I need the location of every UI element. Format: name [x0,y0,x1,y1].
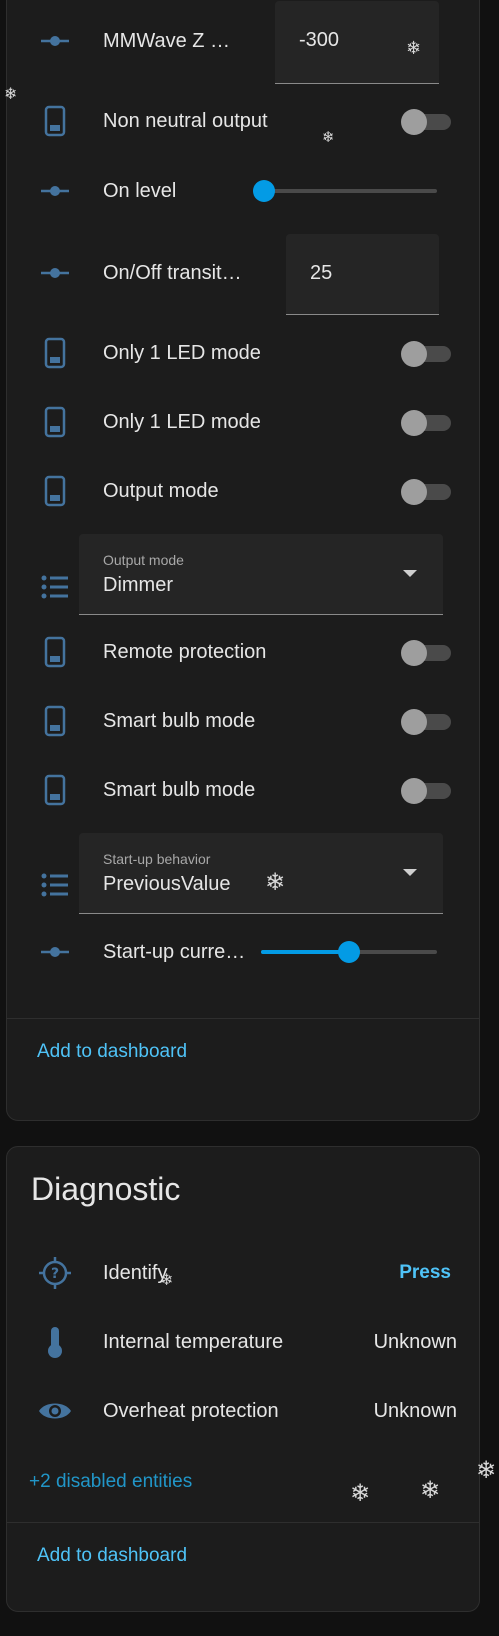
mmwave-value: -300 [299,29,340,51]
non-neutral-output-label: Non neutral output [103,110,268,132]
onoff-transition-row: On/Off transit… 25 [7,234,481,315]
list-icon [35,567,75,607]
chevron-down-icon[interactable] [403,570,417,577]
smart-bulb-mode-row-2: Smart bulb mode [7,758,481,822]
only-led-mode-label-2: Only 1 LED mode [103,411,261,433]
only-led-mode-toggle[interactable] [401,341,451,367]
phone-icon [35,101,75,141]
only-led-mode-label: Only 1 LED mode [103,342,261,364]
card-divider [7,1018,479,1019]
snowflake-icon: ❄ [4,86,18,103]
output-mode-select[interactable]: Output mode Dimmer [79,534,443,615]
phone-icon [35,471,75,511]
startup-current-row: Start-up curre… [7,920,481,984]
configuration-card: MMWave Z … -300 Non neutral output On le… [6,0,480,1121]
overheat-protection-label: Overheat protection [103,1400,279,1422]
onoff-transition-input[interactable]: 25 [286,234,439,315]
remote-protection-toggle[interactable] [401,640,451,666]
phone-icon [35,333,75,373]
list-icon [35,865,75,905]
startup-behavior-select[interactable]: Start-up behavior PreviousValue [79,833,443,914]
remote-protection-row: Remote protection [7,620,481,684]
startup-behavior-row: Start-up behavior PreviousValue [7,833,481,925]
internal-temperature-value: Unknown [373,1331,457,1353]
slider-icon [35,253,75,293]
only-led-mode-toggle-2[interactable] [401,410,451,436]
snowflake-icon: ❄ [322,129,335,146]
phone-icon [35,402,75,442]
slider-icon [35,171,75,211]
snowflake-icon: ❄ [265,869,286,896]
internal-temperature-label: Internal temperature [103,1331,284,1353]
onoff-transition-value: 25 [310,262,333,284]
on-level-slider-knob[interactable] [253,180,275,202]
identify-label: Identify [103,1262,168,1284]
eye-icon [35,1391,75,1431]
output-mode-select-label: Output mode [103,552,184,568]
add-to-dashboard-button[interactable]: Add to dashboard [37,1041,187,1063]
only-led-mode-row-2: Only 1 LED mode [7,390,481,454]
mmwave-label: MMWave Z … [103,30,231,52]
svg-text:?: ? [51,1266,59,1282]
snowflake-icon: ❄ [160,1272,174,1289]
on-level-slider[interactable] [253,176,437,206]
thermometer-icon [35,1322,75,1362]
snowflake-icon: ❄ [406,38,422,58]
onoff-transition-label: On/Off transit… [103,262,242,284]
smart-bulb-mode-toggle-2[interactable] [401,778,451,804]
phone-icon [35,701,75,741]
smart-bulb-mode-label: Smart bulb mode [103,710,256,732]
card-title: Diagnostic [31,1171,181,1207]
diagnostic-card: Diagnostic ? Identify Press Internal tem… [6,1146,480,1612]
output-mode-toggle[interactable] [401,479,451,505]
output-mode-label: Output mode [103,480,219,502]
startup-current-slider[interactable] [261,937,437,967]
overheat-protection-row: Overheat protection Unknown [7,1379,481,1443]
slider-icon [35,21,75,61]
identify-row: ? Identify Press [7,1241,481,1305]
internal-temperature-row: Internal temperature Unknown [7,1310,481,1374]
startup-behavior-select-label: Start-up behavior [103,851,211,867]
snowflake-icon: ❄ [350,1480,371,1507]
crosshairs-question-icon: ? [35,1253,75,1293]
on-level-label: On level [103,180,177,202]
overheat-protection-value: Unknown [373,1400,457,1422]
phone-icon [35,770,75,810]
non-neutral-output-row: Non neutral output [7,89,481,153]
remote-protection-label: Remote protection [103,641,267,663]
smart-bulb-mode-row: Smart bulb mode [7,689,481,753]
card-divider [7,1522,479,1523]
phone-icon [35,632,75,672]
startup-current-label: Start-up curre… [103,941,246,963]
only-led-mode-row: Only 1 LED mode [7,321,481,385]
output-mode-select-value: Dimmer [103,574,173,596]
output-mode-toggle-row: Output mode [7,459,481,523]
chevron-down-icon[interactable] [403,869,417,876]
on-level-row: On level [7,159,481,223]
slider-icon [35,932,75,972]
smart-bulb-mode-label-2: Smart bulb mode [103,779,256,801]
disabled-entities-link[interactable]: +2 disabled entities [29,1471,192,1493]
startup-behavior-select-value: PreviousValue [103,873,231,895]
non-neutral-output-toggle[interactable] [401,109,451,135]
snowflake-icon: ❄ [476,1457,497,1484]
output-mode-select-row: Output mode Dimmer [7,534,481,627]
identify-press-button[interactable]: Press [399,1241,451,1305]
startup-current-slider-knob[interactable] [338,941,360,963]
snowflake-icon: ❄ [420,1477,441,1504]
add-to-dashboard-button[interactable]: Add to dashboard [37,1545,187,1567]
smart-bulb-mode-toggle[interactable] [401,709,451,735]
